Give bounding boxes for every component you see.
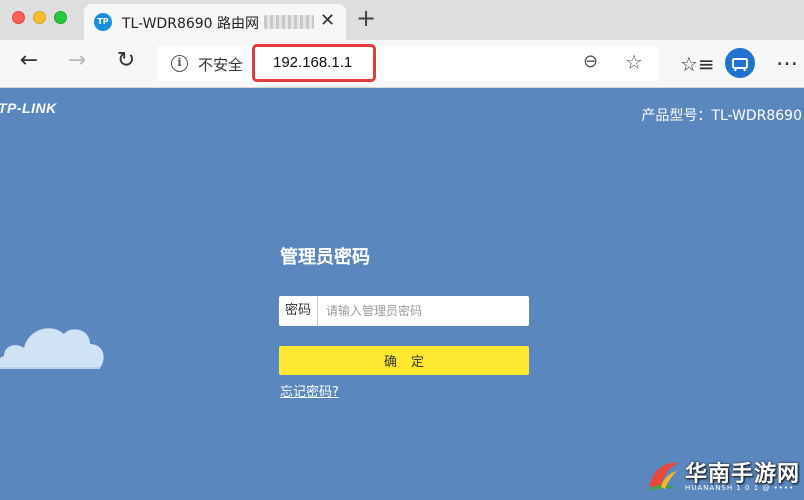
- close-tab-icon[interactable]: ✕: [320, 10, 335, 31]
- tab-title: TL-WDR8690 路由网: [122, 16, 260, 32]
- forward-button[interactable]: →: [61, 48, 93, 80]
- address-bar[interactable]: i 不安全 192.168.1.1 ⊖ ☆: [157, 44, 658, 82]
- tp-link-logo: TP-LINK: [0, 100, 57, 116]
- navigation-bar: ← → ↻ i 不安全 192.168.1.1 ⊖ ☆ ☆≡ …: [0, 40, 804, 88]
- cloud-decoration: [0, 328, 104, 369]
- url-text[interactable]: 192.168.1.1: [273, 54, 352, 71]
- reload-button[interactable]: ↻: [110, 48, 142, 80]
- blurred-title-text: [264, 15, 314, 29]
- watermark-logo-icon: [647, 462, 679, 491]
- tab-bar: TP TL-WDR8690 路由网 ✕ +: [0, 0, 804, 40]
- confirm-button[interactable]: 确定: [279, 346, 529, 375]
- favorites-list-icon[interactable]: ☆≡: [680, 52, 715, 76]
- back-button[interactable]: ←: [13, 48, 45, 80]
- zoom-out-icon[interactable]: ⊖: [583, 51, 598, 72]
- minimize-window-button[interactable]: [33, 11, 46, 24]
- favorite-star-icon[interactable]: ☆: [625, 50, 643, 74]
- password-input[interactable]: [319, 296, 528, 326]
- tp-link-favicon-icon: TP: [94, 13, 112, 31]
- password-label: 密码: [279, 296, 318, 326]
- maximize-window-button[interactable]: [54, 11, 67, 24]
- login-title: 管理员密码: [280, 247, 370, 268]
- new-tab-button[interactable]: +: [356, 4, 376, 32]
- more-menu-icon[interactable]: …: [776, 46, 798, 71]
- close-window-button[interactable]: [12, 11, 25, 24]
- security-status[interactable]: 不安全: [198, 54, 243, 75]
- router-extension-icon[interactable]: [725, 48, 755, 78]
- watermark-subtitle: HUANANSH 1 0 1 @ ••••: [685, 484, 795, 492]
- info-icon[interactable]: i: [171, 55, 188, 72]
- forgot-password-link[interactable]: 忘记密码?: [280, 381, 339, 400]
- password-field: 密码: [279, 296, 529, 326]
- product-model-label: 产品型号：TL-WDR8690: [641, 108, 802, 124]
- browser-tab[interactable]: TP TL-WDR8690 路由网 ✕: [84, 4, 346, 40]
